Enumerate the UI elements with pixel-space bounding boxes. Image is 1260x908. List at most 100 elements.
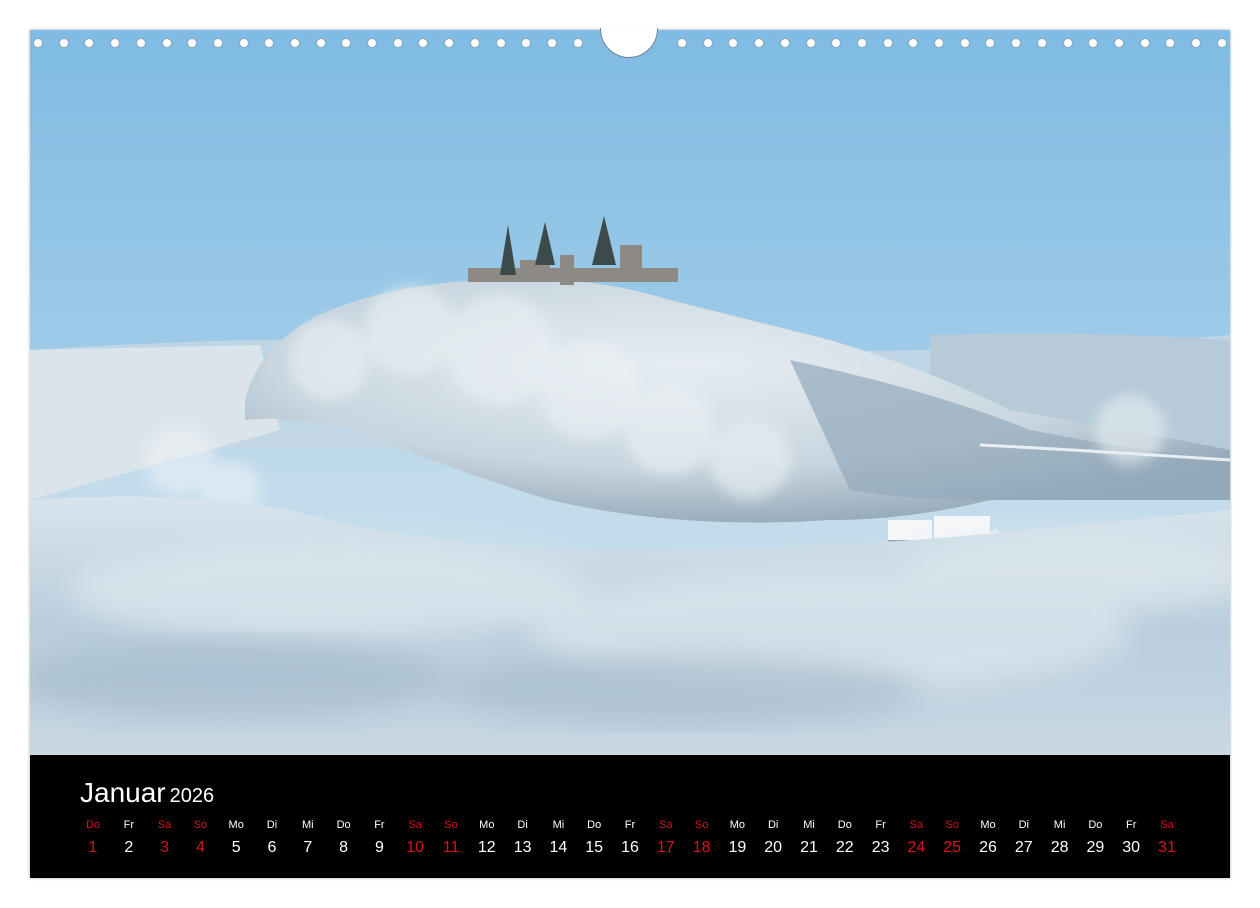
weekday-label: Mo: [729, 819, 746, 831]
day-number: 3: [160, 839, 170, 856]
weekday-label: Mo: [228, 819, 244, 831]
day-number: 1: [88, 839, 98, 856]
day-number: 11: [442, 839, 460, 856]
binding-hole: [677, 38, 687, 48]
day-number: 7: [303, 839, 313, 856]
weekday-label: Do: [336, 819, 351, 831]
day-number: 30: [1122, 839, 1141, 856]
binding-hole: [1037, 38, 1047, 48]
weekday-label: Do: [837, 819, 852, 831]
binding-hole: [33, 38, 43, 48]
binding-hole: [341, 38, 351, 48]
calendar-sheet: Januar 2026 Do Fr Sa So Mo Di Mi Do Fr Sa So Mo Di Mi D…: [30, 28, 1230, 878]
weekday-label: So: [694, 819, 709, 831]
day-row: 1 2 3 4 5 6 7 8 9 10 11 12 13 14 15 16 17 18 19 20 21 22 23 24 2…: [30, 839, 1230, 859]
weekday-label: Mi: [301, 819, 314, 831]
binding-hole: [908, 38, 918, 48]
day-number: 18: [692, 839, 711, 856]
month-name: Januar: [80, 777, 166, 808]
weekday-label: Mi: [803, 819, 815, 831]
binding-hole: [496, 38, 506, 48]
binding-hole: [1088, 38, 1098, 48]
binding-hole: [547, 38, 557, 48]
binding-hole: [470, 38, 480, 48]
day-number: 8: [339, 839, 349, 856]
binding-hole: [1114, 38, 1124, 48]
weekday-label: Fr: [374, 819, 385, 831]
weekday-row: Do Fr Sa So Mo Di Mi Do Fr Sa So Mo Di Mi Do Fr Sa So Mo Di…: [30, 819, 1230, 839]
binding-hole: [754, 38, 764, 48]
weekday-label: Do: [587, 819, 602, 831]
binding-hole: [239, 38, 249, 48]
day-number: 2: [124, 839, 134, 856]
binding-hole: [1165, 38, 1175, 48]
day-number: 22: [835, 839, 854, 856]
weekday-label: Sa: [909, 819, 924, 831]
binding-hole: [1063, 38, 1073, 48]
day-number: 24: [907, 839, 926, 856]
day-number: 23: [871, 839, 890, 856]
weekday-label: Di: [767, 819, 779, 831]
day-number: 21: [800, 839, 818, 856]
weekday-label: Mi: [1053, 819, 1066, 831]
day-number: 28: [1050, 839, 1069, 856]
day-number: 19: [728, 839, 747, 856]
weekday-label: Fr: [624, 819, 636, 831]
binding-hole: [136, 38, 146, 48]
day-number: 14: [549, 839, 568, 856]
weekday-label: Do: [85, 819, 101, 831]
day-number: 26: [979, 839, 997, 856]
binding-hole: [84, 38, 94, 48]
day-number: 9: [374, 839, 384, 856]
weekday-label: Di: [1018, 819, 1029, 831]
day-number: 20: [764, 839, 783, 856]
day-number: 16: [621, 839, 639, 856]
calendar-strip: Januar 2026 Do Fr Sa So Mo Di Mi Do Fr Sa So Mo Di Mi D…: [30, 755, 1230, 878]
binding-hole: [831, 38, 841, 48]
binding-hole: [162, 38, 172, 48]
weekday-label: Sa: [157, 819, 172, 831]
year: 2026: [169, 785, 215, 807]
binding-hole: [187, 38, 197, 48]
binding-hole: [393, 38, 403, 48]
binding-hole: [703, 38, 713, 48]
binding-hole: [1140, 38, 1150, 48]
weekday-label: Di: [266, 819, 278, 831]
binding-hole: [521, 38, 531, 48]
weekday-label: Do: [1088, 819, 1103, 831]
binding-hole: [857, 38, 867, 48]
binding-hole: [1191, 38, 1201, 48]
weekday-label: So: [193, 819, 208, 831]
binding-hole: [883, 38, 893, 48]
weekday-label: Sa: [659, 819, 673, 831]
binding-hole: [806, 38, 816, 48]
weekday-label: Fr: [875, 819, 886, 831]
landscape-photo: [30, 30, 1230, 755]
weekday-label: Mo: [980, 819, 996, 831]
binding-hole: [110, 38, 120, 48]
binding-hole: [264, 38, 274, 48]
binding-hole: [780, 38, 790, 48]
binding-hole: [418, 38, 428, 48]
day-number: 13: [513, 839, 532, 856]
weekday-label: Mi: [552, 819, 565, 831]
binding-hole: [444, 38, 454, 48]
day-number: 29: [1086, 839, 1105, 856]
binding-hole: [934, 38, 944, 48]
day-number: 12: [477, 839, 496, 856]
binding-hole: [59, 38, 69, 48]
binding-hole: [573, 38, 583, 48]
binding-hole: [316, 38, 326, 48]
binding-hole: [1217, 38, 1227, 48]
day-number: 6: [267, 839, 277, 856]
weekday-label: Sa: [408, 819, 422, 831]
day-number: 17: [656, 839, 675, 856]
weekday-label: So: [444, 819, 458, 831]
binding-hole: [367, 38, 377, 48]
day-number: 5: [231, 839, 241, 856]
binding-hole: [985, 38, 995, 48]
weekday-label: Mo: [479, 819, 495, 831]
month-title: Januar 2026: [80, 777, 214, 809]
binding-hole: [290, 38, 300, 48]
day-number: 4: [195, 839, 205, 856]
